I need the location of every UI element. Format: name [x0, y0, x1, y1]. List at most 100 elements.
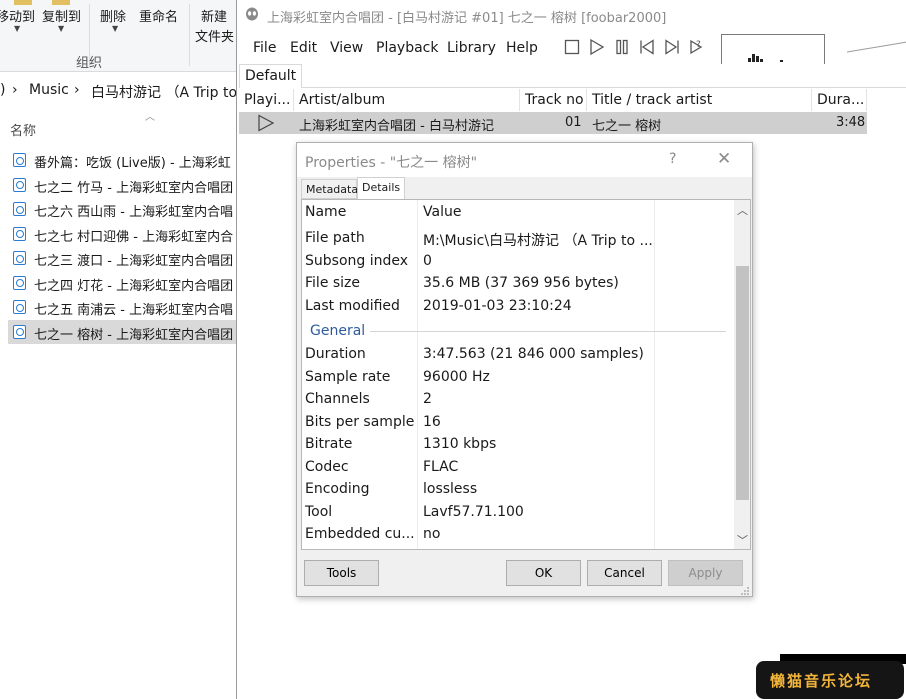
chevron-down-icon: ▼ — [14, 24, 21, 33]
move-to-icon — [14, 0, 32, 5]
apply-button[interactable]: Apply — [668, 560, 743, 586]
playlist-row[interactable]: 上海彩虹室内合唱团 - 白马村游记 01 七之一 榕树 3:48 — [239, 112, 867, 134]
chevron-up-icon[interactable]: ︿ — [737, 202, 748, 218]
column-playing[interactable]: Playi... — [239, 89, 294, 111]
group-divider — [370, 331, 726, 332]
tab-metadata[interactable]: Metadata — [301, 179, 358, 199]
tab-details[interactable]: Details — [357, 177, 405, 199]
file-name: 七之三 渡口 - 上海彩虹室内合唱团 — [34, 254, 234, 269]
playlist-tabs: Default — [239, 64, 906, 88]
row-duration: 3:48 — [836, 115, 866, 130]
column-duration[interactable]: Dura... — [812, 89, 867, 111]
help-button[interactable]: ? — [669, 151, 676, 167]
volume-slider[interactable] — [847, 30, 906, 60]
property-name[interactable]: Subsong index — [305, 253, 408, 269]
tab-default[interactable]: Default — [239, 64, 303, 88]
menu-view[interactable]: View — [330, 40, 363, 56]
stop-icon[interactable] — [563, 38, 581, 56]
menu-edit[interactable]: Edit — [290, 40, 317, 56]
property-name[interactable]: Last modified — [305, 298, 400, 314]
file-item[interactable]: 七之二 竹马 - 上海彩虹室内合唱团 — [8, 173, 236, 198]
resize-grip-icon[interactable] — [738, 584, 750, 596]
breadcrumb-music[interactable]: Music — [29, 82, 69, 98]
audio-file-icon — [13, 153, 26, 167]
property-value[interactable]: 1310 kbps — [423, 436, 496, 452]
file-item[interactable]: 七之七 村口迎佛 - 上海彩虹室内合 — [8, 222, 236, 247]
property-value[interactable]: 2019-01-03 23:10:24 — [423, 298, 572, 314]
vertical-scrollbar[interactable]: ︿ ﹀ — [734, 200, 750, 549]
property-value[interactable]: 96000 Hz — [423, 369, 490, 385]
file-name: 番外篇：吃饭 (Live版) - 上海彩虹 — [34, 156, 231, 171]
property-name[interactable]: Encoding — [305, 481, 370, 497]
file-name: 七之六 西山雨 - 上海彩虹室内合唱 — [34, 205, 234, 220]
close-button[interactable]: ✕ — [717, 149, 731, 169]
breadcrumb-album[interactable]: 白马村游记 （A Trip to — [91, 82, 236, 102]
audio-file-icon — [13, 300, 26, 314]
file-item[interactable]: 七之六 西山雨 - 上海彩虹室内合唱 — [8, 197, 236, 222]
column-header-name[interactable]: 名称 — [10, 120, 36, 139]
property-name[interactable]: Bitrate — [305, 436, 352, 452]
property-value[interactable]: Lavf57.71.100 — [423, 504, 524, 520]
menu-library[interactable]: Library — [447, 40, 496, 56]
property-value[interactable]: M:\Music\白马村游记 （A Trip to ... — [423, 230, 653, 250]
chevron-down-icon[interactable]: ﹀ — [737, 532, 748, 548]
property-value[interactable]: 3:47.563 (21 846 000 samples) — [423, 346, 644, 362]
tools-button[interactable]: Tools — [304, 560, 379, 586]
new-folder-button[interactable]: 新建 — [201, 6, 227, 25]
property-name[interactable]: Embedded cu... — [305, 526, 415, 542]
window-title: 上海彩虹室内合唱团 - [白马村游记 #01] 七之一 榕树 [foobar20… — [267, 11, 667, 26]
property-value[interactable]: FLAC — [423, 459, 458, 475]
property-value[interactable]: 2 — [423, 391, 432, 407]
column-artist-album[interactable]: Artist/album — [294, 89, 520, 111]
details-list[interactable]: Name Value File path M:\Music\白马村游记 （A Tr… — [301, 199, 751, 550]
chevron-down-icon: ▼ — [112, 24, 119, 33]
menu-file[interactable]: File — [253, 40, 276, 56]
property-name[interactable]: Sample rate — [305, 369, 390, 385]
menu-help[interactable]: Help — [506, 40, 538, 56]
property-name[interactable]: File size — [305, 275, 360, 291]
property-name[interactable]: Duration — [305, 346, 366, 362]
copy-to-button[interactable]: 复制到 — [42, 6, 81, 25]
file-item[interactable]: 番外篇：吃饭 (Live版) - 上海彩虹 — [8, 148, 236, 173]
file-item[interactable]: 七之三 渡口 - 上海彩虹室内合唱团 — [8, 246, 236, 271]
address-bar[interactable]: ) › Music › 白马村游记 （A Trip to — [0, 80, 236, 102]
random-icon[interactable]: ? — [688, 38, 706, 56]
menu-playback[interactable]: Playback — [376, 40, 438, 56]
column-track-no[interactable]: Track no — [520, 89, 587, 111]
header-name[interactable]: Name — [305, 204, 346, 220]
svg-text:?: ? — [696, 40, 701, 50]
file-item[interactable]: 七之五 南浦云 - 上海彩虹室内合唱 — [8, 295, 236, 320]
copy-to-icon — [52, 0, 70, 5]
property-name[interactable]: Codec — [305, 459, 349, 475]
watermark-text: 懒猫音乐论坛 — [770, 672, 873, 690]
property-name[interactable]: Channels — [305, 391, 370, 407]
file-item[interactable]: 七之一 榕树 - 上海彩虹室内合唱团 — [8, 319, 236, 344]
rename-button[interactable]: 重命名 — [139, 6, 178, 25]
previous-icon[interactable] — [638, 38, 656, 56]
breadcrumb-separator: › — [74, 82, 80, 98]
property-name[interactable]: Bits per sample — [305, 414, 414, 430]
move-to-button[interactable]: 移动到 — [0, 6, 35, 25]
cancel-button[interactable]: Cancel — [587, 560, 662, 586]
breadcrumb-prefix: ) — [0, 82, 6, 98]
property-value[interactable]: 0 — [423, 253, 432, 269]
chevron-down-icon: ▼ — [58, 24, 65, 33]
file-item[interactable]: 七之四 灯花 - 上海彩虹室内合唱团 — [8, 271, 236, 296]
property-name[interactable]: Tool — [305, 504, 332, 520]
ok-button[interactable]: OK — [506, 560, 581, 586]
play-icon[interactable] — [588, 38, 606, 56]
header-value[interactable]: Value — [423, 204, 461, 220]
property-name[interactable]: File path — [305, 230, 365, 246]
file-name: 七之七 村口迎佛 - 上海彩虹室内合 — [34, 229, 234, 245]
property-value[interactable]: lossless — [423, 481, 477, 497]
pause-icon[interactable] — [613, 38, 631, 56]
delete-button[interactable]: 删除 — [100, 6, 126, 25]
spectrum-bar — [748, 58, 751, 62]
property-value[interactable]: no — [423, 526, 440, 542]
scrollbar-thumb[interactable] — [736, 266, 749, 500]
next-icon[interactable] — [663, 38, 681, 56]
property-value[interactable]: 16 — [423, 414, 441, 430]
column-title[interactable]: Title / track artist — [587, 89, 812, 111]
playlist-header: Playi... Artist/album Track no Title / t… — [239, 89, 906, 111]
property-value[interactable]: 35.6 MB (37 369 956 bytes) — [423, 275, 619, 291]
